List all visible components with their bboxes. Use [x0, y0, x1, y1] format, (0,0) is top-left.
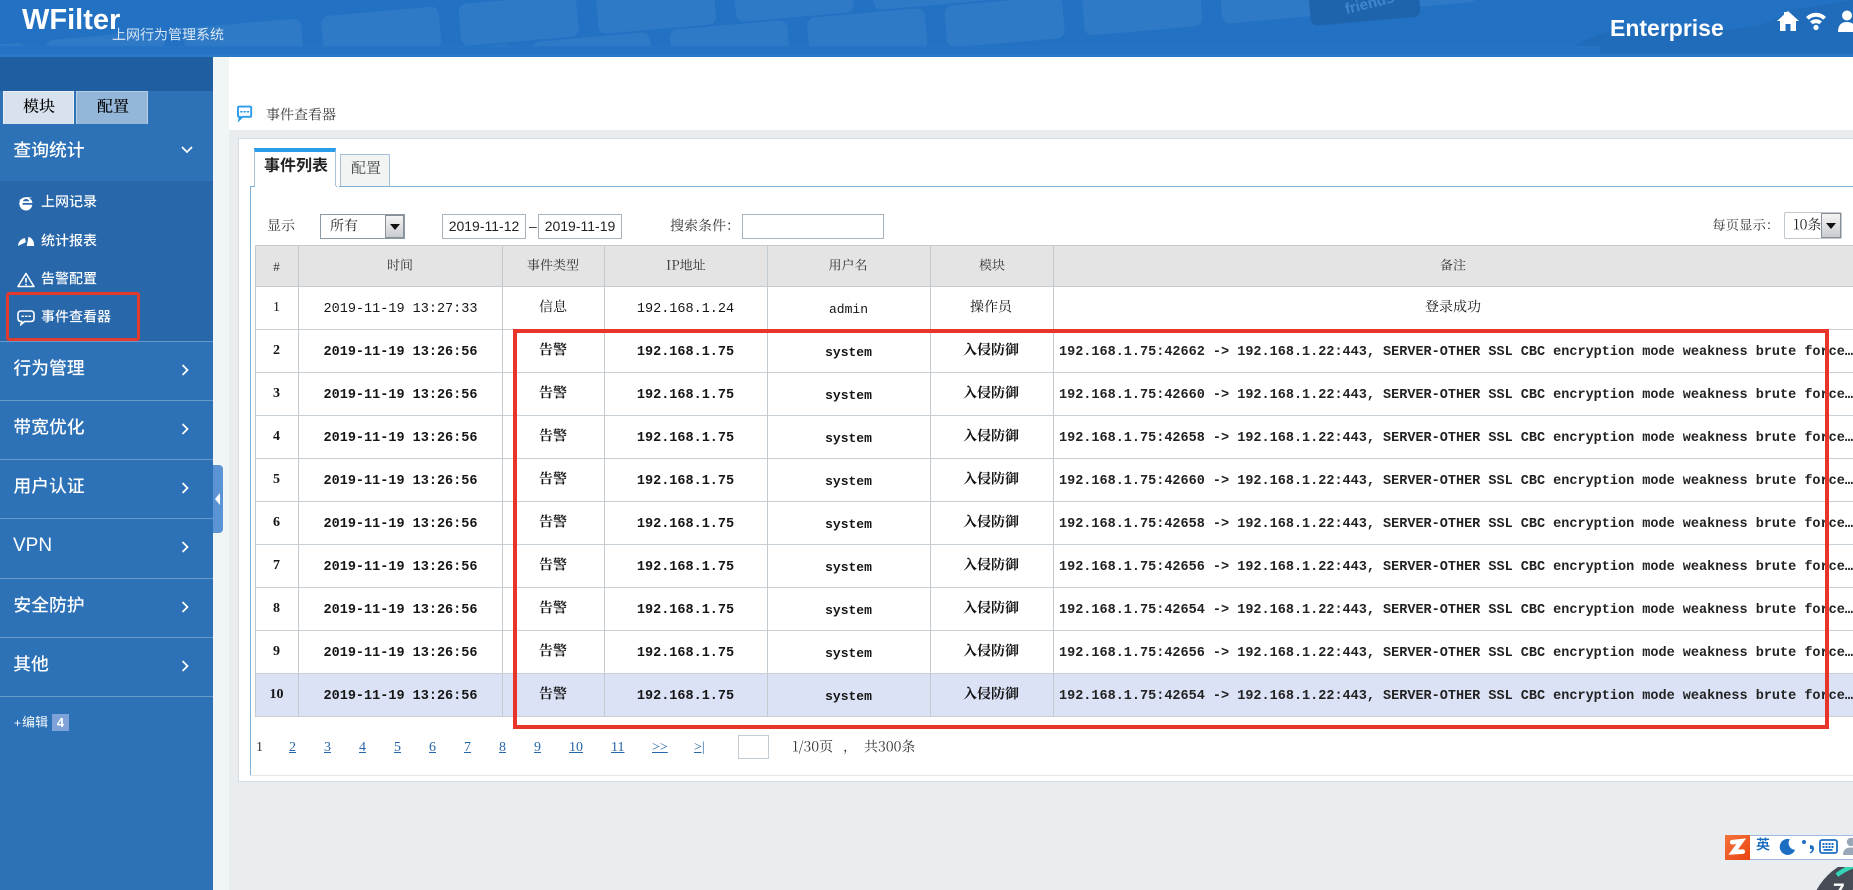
- svg-text:7: 7: [1833, 880, 1845, 890]
- svg-text:4: 4: [1849, 884, 1853, 890]
